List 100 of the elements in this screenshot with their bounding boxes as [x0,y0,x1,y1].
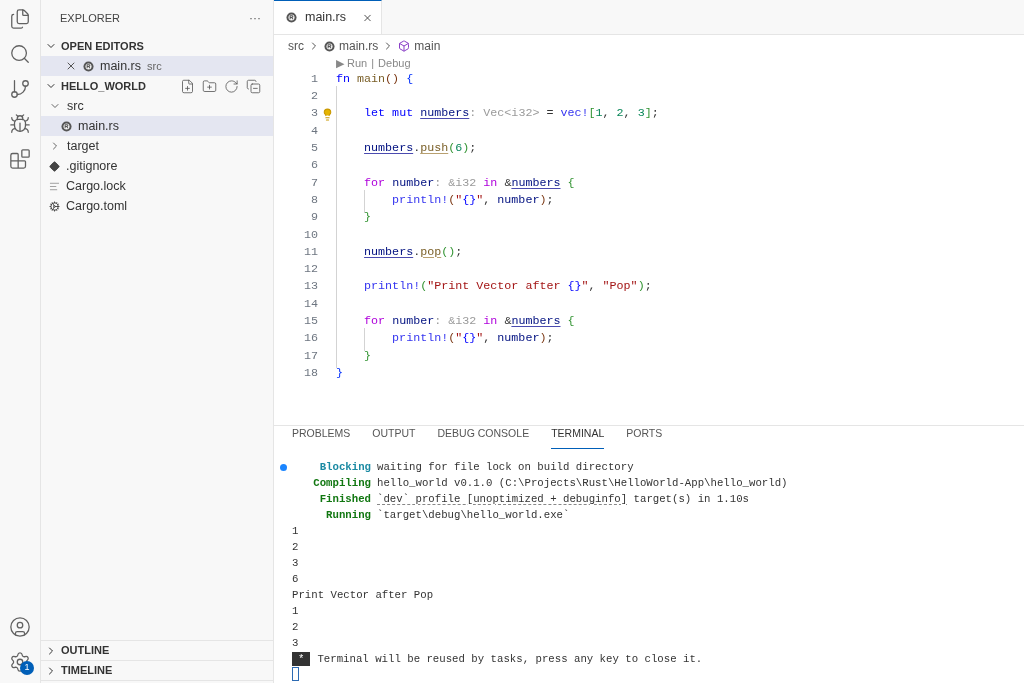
code-line: for number: &i32 in &numbers { [363,314,575,329]
collapse-icon[interactable] [246,78,261,94]
panel-tab[interactable]: TERMINAL [551,426,605,449]
line-number: 18 [302,364,318,382]
bug-icon[interactable] [9,113,31,135]
terminal-text: 2 [292,540,299,555]
cube-icon [398,40,411,52]
file-item[interactable]: .gitignore [41,156,273,176]
file-description: src [147,58,162,74]
terminal-text: 3 [292,636,299,651]
file-item[interactable]: main.rs [41,116,273,136]
rust-file-icon [83,60,94,72]
line-number: 14 [302,295,318,313]
code-line: for number: &i32 in &numbers { [363,175,575,190]
editor-tab[interactable]: main.rs [274,0,382,34]
line-number: 4 [310,122,318,140]
rust-file-icon [324,40,335,52]
run-link[interactable]: ▶ Run [336,55,368,72]
tab-label: main.rs [305,9,346,27]
line-number: 6 [310,157,318,175]
code-line: numbers.push(6); [363,141,477,156]
terminal-text: 1 [292,524,299,539]
branch-icon[interactable] [9,78,31,100]
text-file-icon [49,180,60,192]
line-number: 10 [302,226,318,244]
file-item[interactable]: Cargo.lock [41,176,273,196]
line-number: 9 [310,209,318,227]
panel-tab[interactable]: DEBUG CONSOLE [437,426,530,449]
search-icon[interactable] [9,43,31,65]
new-file-icon[interactable] [180,78,195,94]
line-number: 5 [310,140,318,158]
item-label: main.rs [78,117,119,135]
item-label: Cargo.toml [66,197,128,215]
new-folder-icon[interactable] [202,78,217,94]
folder-item[interactable]: src [41,96,273,116]
terminal-text: 6 [292,572,299,587]
code-line: numbers.pop(); [363,244,463,259]
breadcrumb-item[interactable]: main.rs [324,37,379,55]
section-header[interactable]: OPEN EDITORS [41,36,273,56]
line-number: 15 [302,313,318,331]
panel-tab[interactable]: PORTS [626,426,663,449]
task-badge: * [292,652,311,666]
line-number: 11 [302,243,318,261]
rust-file-icon [61,120,72,132]
breadcrumb-item[interactable]: main [398,37,441,55]
notification-badge: 1 [20,661,34,675]
separator: | [371,56,375,72]
section-header[interactable]: HELLO_WORLD [45,77,146,95]
terminal-text: Terminal will be reused by tasks, press any key to close it. [317,652,703,667]
terminal-text: waiting for file lock on build directory [377,460,634,475]
code-line: } [363,210,372,225]
rust-file-icon [286,12,297,23]
more-actions[interactable]: ··· [249,9,261,27]
item-label: target [67,137,99,155]
sidebar-title: EXPLORER [60,10,120,26]
code-line: fn main() { [336,71,414,86]
line-number: 12 [302,261,318,279]
line-number: 1 [310,70,318,88]
open-editor-item[interactable]: main.rs src [41,56,273,76]
section-header[interactable]: TIMELINE [41,660,273,680]
cargo-label: Running [326,508,371,523]
account-icon[interactable] [9,616,31,638]
item-label: src [67,97,84,115]
diamond-file-icon [49,160,60,172]
cargo-label: Compiling [313,476,371,491]
close-icon[interactable] [65,60,77,72]
panel-tab[interactable]: OUTPUT [372,426,416,449]
code-line: } [363,348,372,363]
refresh-icon[interactable] [224,78,239,94]
code-line: } [336,365,343,380]
code-line: println!("{}", number); [391,192,554,207]
line-number: 17 [302,347,318,365]
terminal-text: `target\debug\hello_world.exe` [377,508,570,523]
code-line: println!("{}", number); [391,331,554,346]
gear-file-icon [49,200,60,212]
breadcrumb-item[interactable]: src [288,37,304,55]
section-header[interactable]: OUTLINE [41,640,273,660]
terminal-link[interactable]: `dev` profile [unoptimized + debuginfo] [377,491,628,508]
panel-tab[interactable]: PROBLEMS [292,426,351,449]
extensions-icon[interactable] [9,148,31,170]
debug-link[interactable]: Debug [378,55,411,72]
line-number: 3 [310,105,318,123]
terminal-text: 1 [292,604,299,619]
files-icon[interactable] [9,8,31,30]
terminal-text: Print Vector after Pop [292,588,434,603]
item-label: .gitignore [66,157,118,175]
line-number: 8 [310,191,318,209]
line-number: 2 [310,88,318,106]
terminal-cursor [292,667,299,681]
code-line: let mut numbers: Vec<i32> = vec![1, 2, 3]; [363,106,659,121]
item-label: Cargo.lock [66,177,126,195]
line-number: 13 [302,278,318,296]
cargo-label: Blocking [319,460,371,475]
line-number: 16 [302,330,318,348]
terminal-text: 3 [292,556,299,571]
code-line: println!("Print Vector after {}", "Pop"); [363,279,652,294]
terminal-text: target(s) in 1.10s [632,492,749,507]
folder-item[interactable]: target [41,136,273,156]
terminal-text: hello_world v0.1.0 (C:\Projects\Rust\HelloWorld-App\hello_world) [377,476,788,491]
file-item[interactable]: Cargo.toml [41,196,273,216]
